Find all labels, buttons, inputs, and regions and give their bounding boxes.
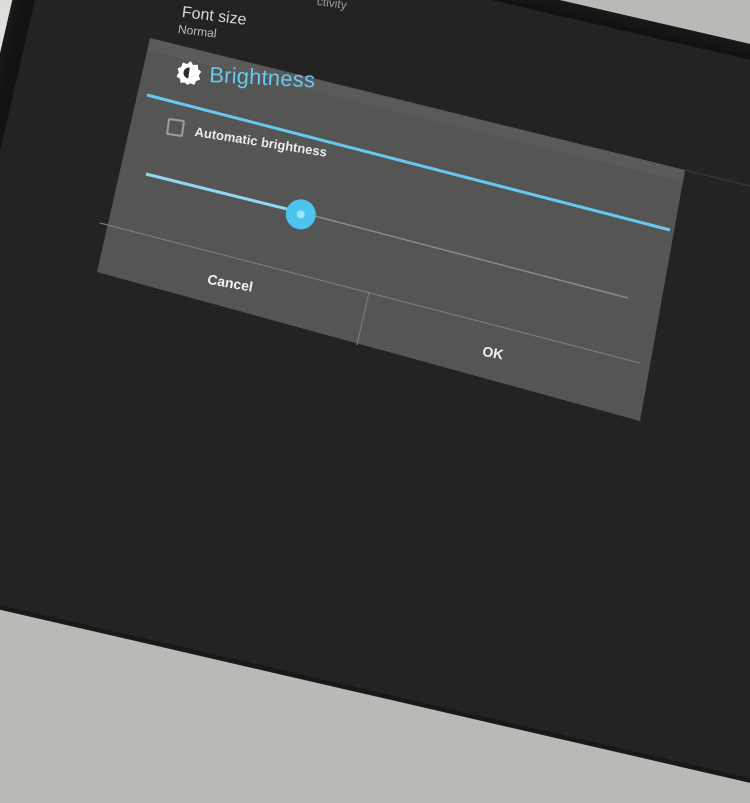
auto-brightness-checkbox[interactable]: [165, 117, 186, 138]
screen-edge: [684, 169, 750, 187]
brightness-icon: [176, 61, 202, 85]
dialog-title: Brightness: [208, 62, 316, 93]
brightness-slider-handle[interactable]: [285, 198, 317, 230]
brightness-dialog: Brightness Automatic brightness Cancel O…: [0, 0, 750, 421]
ok-button[interactable]: OK: [481, 343, 504, 362]
